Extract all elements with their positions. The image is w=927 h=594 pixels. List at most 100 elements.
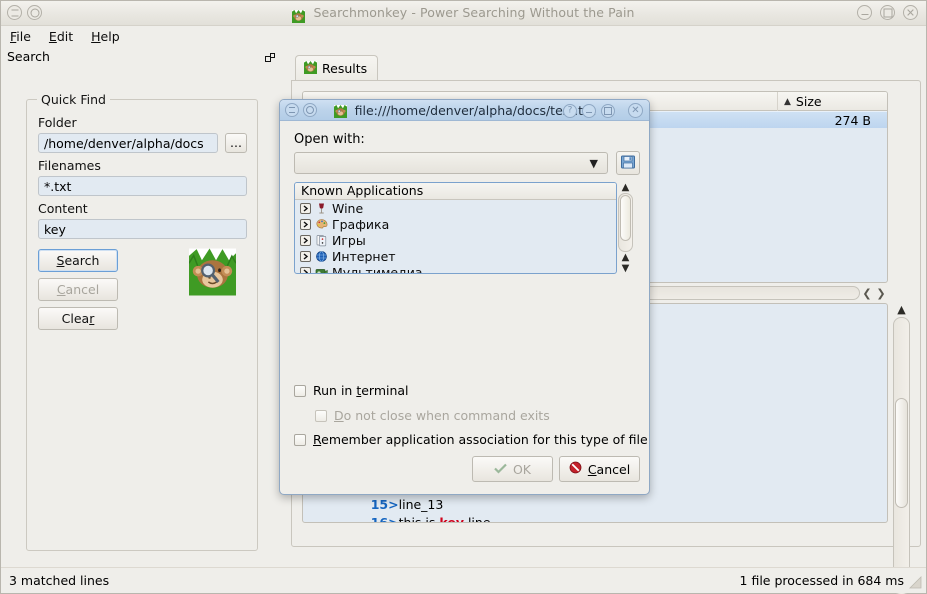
menu-file[interactable]: FFileile: [10, 29, 31, 44]
cancel-icon: [569, 461, 582, 477]
run-in-terminal-row[interactable]: Run in terminal: [294, 383, 409, 398]
list-item-label: Графика: [332, 216, 390, 232]
chevron-right-icon[interactable]: [300, 250, 311, 262]
known-applications-list[interactable]: Known Applications Wine Графика Игры Инт…: [294, 182, 617, 274]
clear-button[interactable]: Clear: [38, 307, 118, 330]
open-with-dialog: file:///home/denver/alpha/docs/test.txt …: [279, 99, 650, 495]
do-not-close-row: Do not close when command exits: [315, 408, 550, 423]
filenames-input[interactable]: [38, 176, 247, 196]
open-with-combo[interactable]: ▼: [294, 152, 608, 174]
open-with-label: Open with:: [294, 132, 365, 147]
notebook-tabstrip: Results: [291, 55, 921, 81]
hscroll-left-arrow[interactable]: ❮: [860, 287, 874, 300]
chevron-right-icon[interactable]: [300, 218, 311, 230]
remember-association-row[interactable]: Remember application association for thi…: [294, 432, 648, 447]
list-item[interactable]: Графика: [295, 216, 616, 232]
check-icon: [494, 462, 507, 477]
dialog-help-button[interactable]: [563, 103, 577, 118]
window-close-button[interactable]: [903, 5, 918, 20]
list-vscroll-up-arrow-2[interactable]: ▲: [618, 252, 633, 263]
save-button[interactable]: [616, 151, 640, 175]
dialog-titlebar: file:///home/denver/alpha/docs/test.txt: [280, 100, 649, 121]
dock-grip-icon[interactable]: [265, 53, 276, 64]
hscroll-right-arrow[interactable]: ❯: [874, 287, 888, 300]
text-pane-vscrollbar[interactable]: ▲ ▲ ▼: [893, 303, 910, 594]
column-header-size[interactable]: ▲ Size: [777, 92, 887, 111]
list-item-label: Игры: [332, 232, 366, 248]
cards-icon: [315, 234, 328, 247]
dialog-title-text: file:///home/denver/alpha/docs/test.txt: [354, 103, 596, 118]
window-title: Searchmonkey - Power Searching Without t…: [1, 5, 926, 23]
vscroll-up-arrow[interactable]: ▲: [893, 303, 910, 316]
list-item[interactable]: Интернет: [295, 248, 616, 264]
menu-help[interactable]: Help: [91, 29, 120, 44]
cancel-button-label: Cancel: [587, 461, 631, 477]
monkey-icon: [292, 8, 309, 23]
list-vscroll-down-arrow[interactable]: ▼: [618, 263, 633, 274]
cancel-button[interactable]: Cancel: [559, 456, 640, 482]
app-list-vscrollbar[interactable]: ▲ ▲ ▼: [618, 182, 633, 274]
content-input[interactable]: [38, 219, 247, 239]
folder-input[interactable]: [38, 133, 218, 153]
wine-glass-icon: [315, 202, 328, 215]
quick-find-title: Quick Find: [37, 92, 110, 107]
folder-browse-button[interactable]: ...: [225, 133, 247, 153]
menu-edit[interactable]: Edit: [49, 29, 73, 44]
filenames-label: Filenames: [38, 158, 101, 173]
search-button[interactable]: Search: [38, 249, 118, 272]
chevron-right-icon[interactable]: [300, 202, 311, 214]
folder-label: Folder: [38, 115, 77, 130]
dialog-right-controls: [563, 103, 643, 118]
resize-grip-icon[interactable]: [909, 576, 922, 589]
list-vscroll-up-arrow[interactable]: ▲: [618, 182, 633, 193]
column-header-size-label: Size: [795, 94, 822, 109]
list-item-label: Wine: [332, 200, 364, 216]
tab-results[interactable]: Results: [295, 55, 379, 81]
chevron-right-icon[interactable]: [300, 234, 311, 246]
window-minimize-button[interactable]: [857, 5, 872, 20]
dialog-maximize-button[interactable]: [601, 103, 615, 118]
palette-icon: [315, 218, 328, 231]
monkey-icon: [304, 60, 317, 77]
do-not-close-label: Do not close when command exits: [334, 408, 550, 423]
window-titlebar: Searchmonkey - Power Searching Without t…: [1, 1, 926, 26]
line-text-suffix: line: [463, 515, 491, 523]
monkey-logo-icon: [188, 248, 237, 296]
remember-association-checkbox[interactable]: [294, 433, 306, 446]
quick-find-groupbox: Quick Find Folder ... Filenames Content …: [26, 92, 258, 551]
window-right-controls: [857, 5, 918, 20]
cell-size: 274 B: [834, 112, 871, 128]
do-not-close-checkbox: [315, 409, 327, 422]
status-matched-lines: 3 matched lines: [9, 573, 110, 588]
ok-button-label: OK: [512, 461, 532, 477]
dialog-minimize-button[interactable]: [582, 103, 596, 118]
remember-association-label: Remember application association for thi…: [313, 432, 648, 447]
text-line: 17>line_14: [331, 518, 443, 522]
list-item-label: Мультимедиа: [332, 264, 423, 274]
cancel-button[interactable]: Cancel: [38, 278, 118, 301]
run-in-terminal-label: Run in terminal: [313, 383, 409, 398]
vscroll-trough[interactable]: [893, 317, 910, 594]
ok-button[interactable]: OK: [472, 456, 553, 482]
chevron-right-icon[interactable]: [300, 266, 311, 273]
window-maximize-button[interactable]: [880, 5, 895, 20]
camera-icon: [315, 266, 328, 273]
floppy-save-icon: [620, 154, 636, 173]
list-vscroll-trough[interactable]: [618, 193, 633, 252]
dialog-close-button[interactable]: [628, 103, 643, 118]
run-in-terminal-checkbox[interactable]: [294, 384, 306, 397]
list-item[interactable]: Игры: [295, 232, 616, 248]
content-label: Content: [38, 201, 88, 216]
statusbar: 3 matched lines 1 file processed in 684 …: [1, 567, 926, 593]
vscroll-thumb[interactable]: [895, 398, 908, 508]
list-item-label: Интернет: [332, 248, 396, 264]
list-item[interactable]: Мультимедиа: [295, 264, 616, 274]
status-processing-time: 1 file processed in 684 ms: [739, 573, 904, 588]
sort-ascending-icon: ▲: [784, 96, 791, 107]
list-vscroll-thumb[interactable]: [620, 195, 631, 241]
chevron-down-icon: ▼: [589, 157, 598, 170]
monkey-icon: [333, 105, 351, 121]
list-item[interactable]: Wine: [295, 200, 616, 216]
tab-results-label: Results: [322, 61, 368, 76]
globe-icon: [315, 250, 328, 263]
